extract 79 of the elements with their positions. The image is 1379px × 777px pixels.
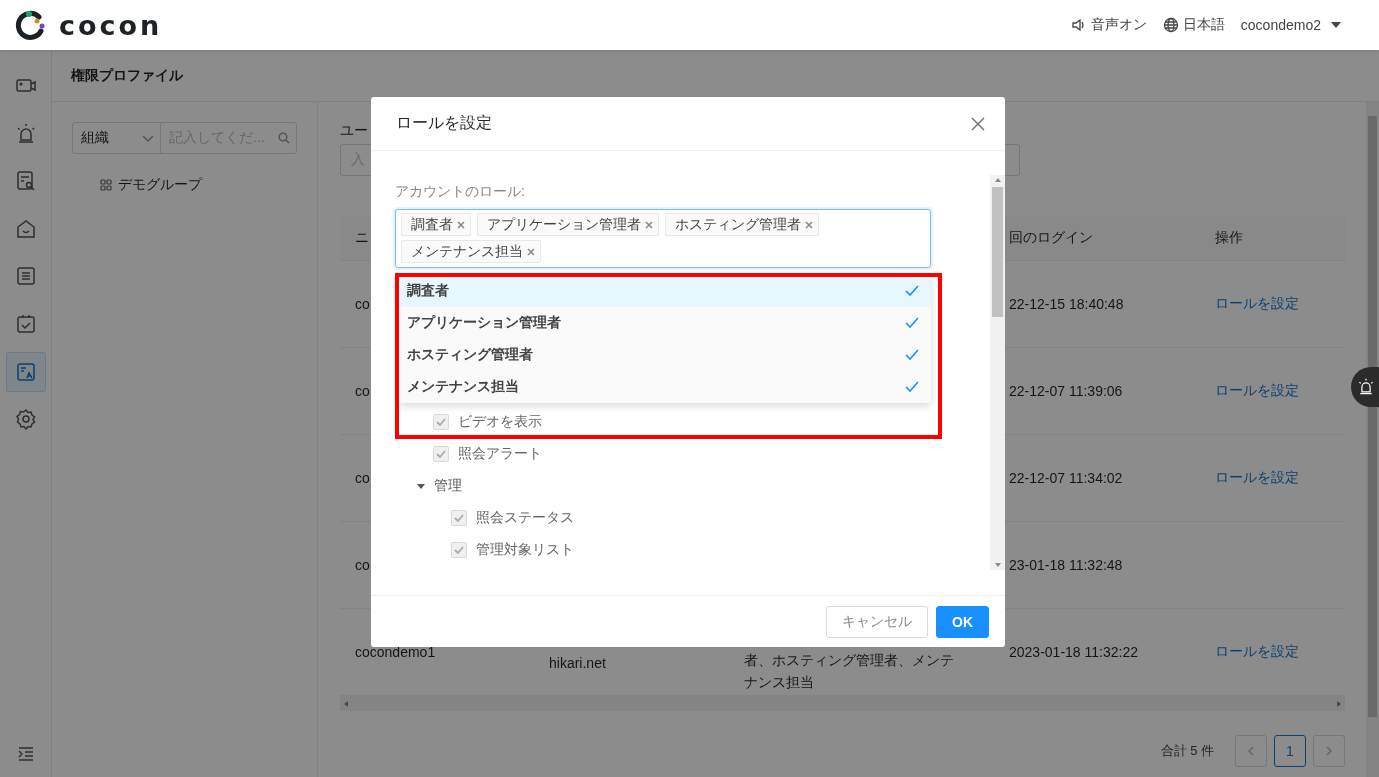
scrollbar-thumb[interactable]	[992, 187, 1003, 317]
caret-icon[interactable]	[417, 482, 425, 490]
language-selector[interactable]: 日本語	[1182, 16, 1225, 34]
table-cell: 22-12-15 18:40:48	[1009, 296, 1124, 312]
check-icon	[436, 449, 446, 459]
table-cell: co	[355, 383, 370, 399]
scroll-left-icon[interactable]	[343, 700, 349, 707]
scrollbar-thumb[interactable]	[1368, 116, 1377, 717]
page-title: 権限プロファイル	[71, 66, 183, 85]
role-tag: アプリケーション管理者	[477, 213, 659, 236]
dropdown-option[interactable]: メンテナンス担当	[399, 371, 931, 403]
scroll-down-icon[interactable]	[994, 562, 1001, 568]
column-header: 操作	[1215, 229, 1243, 247]
close-icon[interactable]	[527, 247, 535, 256]
tree-node-label: ビデオを表示	[458, 413, 542, 431]
grid-icon	[100, 179, 112, 191]
chevron-right-icon[interactable]	[1324, 746, 1334, 756]
chevron-left-icon[interactable]	[1246, 746, 1256, 756]
close-icon[interactable]	[645, 220, 653, 229]
table-cell: co	[355, 470, 370, 486]
field-label: アカウントのロール:	[395, 183, 525, 199]
close-icon[interactable]	[971, 116, 985, 131]
role-tag: メンテナンス担当	[401, 240, 541, 263]
dropdown-option[interactable]: アプリケーション管理者	[399, 307, 931, 339]
tree-node-label: 管理	[434, 477, 462, 495]
menu-collapse-icon[interactable]	[17, 747, 34, 761]
total-count: 合計 5 件	[1160, 742, 1214, 760]
org-tree-item[interactable]: デモグループ	[118, 176, 202, 194]
check-icon	[454, 545, 464, 555]
tree-node-label: 照会ステータス	[476, 509, 574, 527]
calendar-check-icon[interactable]	[14, 312, 37, 335]
document-search-icon[interactable]	[14, 170, 37, 193]
logo-wordmark: cocon	[59, 9, 163, 41]
gear-icon[interactable]	[14, 408, 37, 431]
table-cell-text: 者、ホスティング管理者、メンテナンス担当	[744, 651, 955, 692]
table-cell: co	[355, 296, 370, 312]
dropdown-option[interactable]: 調査者	[399, 275, 931, 307]
id-card-icon[interactable]	[14, 360, 37, 383]
set-role-link[interactable]: ロールを設定	[1215, 382, 1299, 400]
table-cell: cocondemo1	[355, 644, 436, 660]
user-menu[interactable]: cocondemo2	[1240, 17, 1321, 33]
list-icon[interactable]	[14, 265, 37, 288]
table-cell: 23-01-18 11:32:48	[1009, 557, 1123, 573]
column-header: 回のログイン	[1009, 229, 1093, 247]
scroll-right-icon[interactable]	[1336, 700, 1342, 707]
scroll-up-icon[interactable]	[994, 177, 1001, 183]
set-role-link[interactable]: ロールを設定	[1215, 469, 1299, 487]
vertical-scrollbar[interactable]	[990, 175, 1005, 570]
table-cell: 2023-01-18 11:32:22	[1009, 644, 1138, 660]
check-icon	[436, 417, 446, 427]
alarm-light-icon[interactable]	[1357, 378, 1375, 396]
caret-icon[interactable]	[1331, 22, 1341, 28]
close-icon[interactable]	[457, 220, 465, 229]
page-button[interactable]: 1	[1274, 735, 1306, 767]
role-tag: 調査者	[401, 213, 471, 236]
tree-node-label: 照会アラート	[458, 445, 542, 463]
column-header: ニ	[355, 229, 369, 247]
close-icon[interactable]	[805, 220, 813, 229]
table-cell: 22-12-07 11:39:06	[1009, 383, 1123, 399]
logo-icon	[15, 9, 47, 41]
check-icon	[454, 513, 464, 523]
table-cell: hikari.net	[549, 655, 606, 671]
table-cell: co	[355, 557, 370, 573]
speaker-icon[interactable]	[1070, 17, 1087, 33]
field-label: ユー	[340, 122, 368, 138]
home-icon[interactable]	[14, 217, 37, 240]
globe-icon[interactable]	[1162, 17, 1179, 33]
set-role-link[interactable]: ロールを設定	[1215, 295, 1299, 313]
table-cell: 22-12-07 11:34:02	[1009, 470, 1123, 486]
dropdown-option[interactable]: ホスティング管理者	[399, 339, 931, 371]
ok-button[interactable]: OK	[936, 605, 989, 638]
sound-toggle[interactable]: 音声オン	[1090, 16, 1147, 34]
dialog-title: ロールを設定	[396, 113, 492, 133]
horizontal-scrollbar[interactable]	[340, 696, 1345, 711]
cancel-button[interactable]: キャンセル	[826, 605, 928, 638]
tree-node-label: 管理対象リスト	[476, 541, 574, 559]
role-tag: ホスティング管理者	[665, 213, 819, 236]
set-role-link[interactable]: ロールを設定	[1215, 643, 1299, 661]
nav-item[interactable]	[5, 351, 46, 392]
